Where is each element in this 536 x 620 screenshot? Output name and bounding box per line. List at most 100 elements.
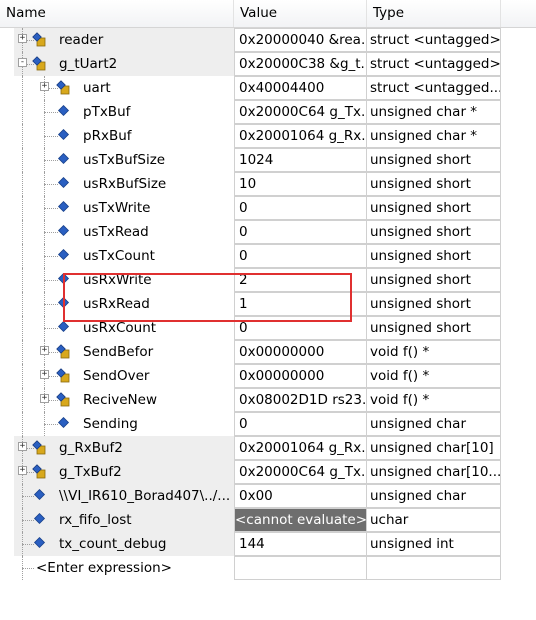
value-cell[interactable]: 0x00 [234,484,367,508]
name-cell[interactable]: usTxCount [0,244,234,268]
value-cell[interactable]: 0x20001064 g_Rx... [234,124,367,148]
watch-row[interactable]: + SendBefor 0x00000000 void f() * [0,340,536,364]
type-cell: unsigned char [367,412,501,436]
name-cell[interactable]: usTxBufSize [0,148,234,172]
watch-row[interactable]: usTxWrite 0 unsigned short [0,196,536,220]
watch-row[interactable]: pTxBuf 0x20000C64 g_Tx... unsigned char * [0,100,536,124]
tree-line [22,268,23,292]
type-cell: void f() * [367,340,501,364]
collapse-icon[interactable]: - [18,58,27,67]
watch-row[interactable]: \\VI_IR610_Borad407\../... 0x00 unsigned c… [0,484,536,508]
tree-line [22,340,23,364]
value-cell[interactable]: 0 [234,412,367,436]
tree-line [22,76,23,100]
value-cell[interactable]: <cannot evaluate> [234,508,367,532]
value-cell[interactable]: 0x00000000 [234,340,367,364]
watch-row[interactable]: usTxRead 0 unsigned short [0,220,536,244]
expand-icon[interactable]: + [18,466,27,475]
enter-expression-row[interactable]: <Enter expression> [0,556,536,580]
watch-row[interactable]: usTxCount 0 unsigned short [0,244,536,268]
name-cell[interactable]: + g_RxBuf2 [0,436,234,460]
watch-row[interactable]: tx_count_debug 144 unsigned int [0,532,536,556]
name-cell[interactable]: tx_count_debug [0,532,234,556]
value-cell[interactable]: 0x08002D1D rs23... [234,388,367,412]
watch-row[interactable]: rx_fifo_lost <cannot evaluate> uchar [0,508,536,532]
expand-icon[interactable]: + [40,370,49,379]
value-cell[interactable]: 0x20000C64 g_Tx... [234,100,367,124]
type-cell: unsigned short [367,268,501,292]
type-cell: unsigned short [367,220,501,244]
name-cell[interactable]: + SendOver [0,364,234,388]
value-cell[interactable]: 0x00000000 [234,364,367,388]
watch-row[interactable]: + g_TxBuf2 0x20000C64 g_Tx... unsigned char… [0,460,536,484]
type-cell: unsigned int [367,532,501,556]
variable-icon [56,152,72,168]
struct-icon [56,80,72,96]
name-cell[interactable]: usTxWrite [0,196,234,220]
watch-row[interactable]: - g_tUart2 0x20000C38 &g_t... struct <untag… [0,52,536,76]
column-header-name[interactable]: Name [0,0,234,27]
name-cell[interactable]: pRxBuf [0,124,234,148]
name-cell[interactable]: + uart [0,76,234,100]
watch-row[interactable]: + uart 0x40004400 struct <untagged... [0,76,536,100]
tree-line [22,124,23,148]
name-cell[interactable]: \\VI_IR610_Borad407\../... [0,484,234,508]
value-cell[interactable]: 0x20000C64 g_Tx... [234,460,367,484]
value-cell[interactable]: 0 [234,196,367,220]
watch-row[interactable]: pRxBuf 0x20001064 g_Rx... unsigned char * [0,124,536,148]
enter-expression-label[interactable]: <Enter expression> [36,556,172,580]
name-cell[interactable]: + reader [0,28,234,52]
type-cell: unsigned short [367,148,501,172]
watch-row[interactable]: usTxBufSize 1024 unsigned short [0,148,536,172]
column-header-type[interactable]: Type [367,0,501,27]
watch-row[interactable]: usRxBufSize 10 unsigned short [0,172,536,196]
type-cell: unsigned short [367,172,501,196]
name-cell[interactable]: <Enter expression> [0,556,234,580]
name-cell[interactable]: rx_fifo_lost [0,508,234,532]
name-cell[interactable]: - g_tUart2 [0,52,234,76]
type-cell: unsigned short [367,196,501,220]
value-cell[interactable]: 10 [234,172,367,196]
name-cell[interactable]: + ReciveNew [0,388,234,412]
variable-icon [56,128,72,144]
name-cell[interactable]: Sending [0,412,234,436]
tree-line [22,388,23,412]
expand-icon[interactable]: + [40,346,49,355]
variable-icon [56,176,72,192]
name-cell[interactable]: usTxRead [0,220,234,244]
watch-row[interactable]: + SendOver 0x00000000 void f() * [0,364,536,388]
name-cell[interactable]: pTxBuf [0,100,234,124]
name-cell[interactable]: + SendBefor [0,340,234,364]
struct-icon [32,440,48,456]
variable-name: rx_fifo_lost [59,512,132,528]
watch-row[interactable]: + g_RxBuf2 0x20001064 g_Rx... unsigned char… [0,436,536,460]
type-cell: unsigned char[10... [367,460,501,484]
expand-icon[interactable]: + [18,34,27,43]
value-cell[interactable]: 0x40004400 [234,76,367,100]
variable-name: usTxCount [83,248,155,264]
expand-icon[interactable]: + [40,82,49,91]
tree-line [22,172,23,196]
name-cell[interactable]: + g_TxBuf2 [0,460,234,484]
watch-row[interactable]: + reader 0x20000040 &rea... struct <untagge… [0,28,536,52]
value-cell[interactable]: 0x20001064 g_Rx... [234,436,367,460]
value-cell[interactable]: 0 [234,244,367,268]
value-cell[interactable]: 0x20000C38 &g_t... [234,52,367,76]
type-cell: unsigned short [367,292,501,316]
name-cell[interactable]: usRxBufSize [0,172,234,196]
value-cell[interactable]: 1024 [234,148,367,172]
watch-row[interactable]: Sending 0 unsigned char [0,412,536,436]
variable-name: SendBefor [83,344,154,360]
variable-icon [56,320,72,336]
tree-line [22,568,34,569]
watch-row[interactable]: + ReciveNew 0x08002D1D rs23... void f() * [0,388,536,412]
expand-icon[interactable]: + [18,442,27,451]
value-cell[interactable]: 0 [234,220,367,244]
variable-icon [32,536,48,552]
type-cell: uchar [367,508,501,532]
column-header-value[interactable]: Value [234,0,367,27]
value-cell[interactable]: 0x20000040 &rea... [234,28,367,52]
expand-icon[interactable]: + [40,394,49,403]
value-cell[interactable] [234,556,367,580]
value-cell[interactable]: 144 [234,532,367,556]
